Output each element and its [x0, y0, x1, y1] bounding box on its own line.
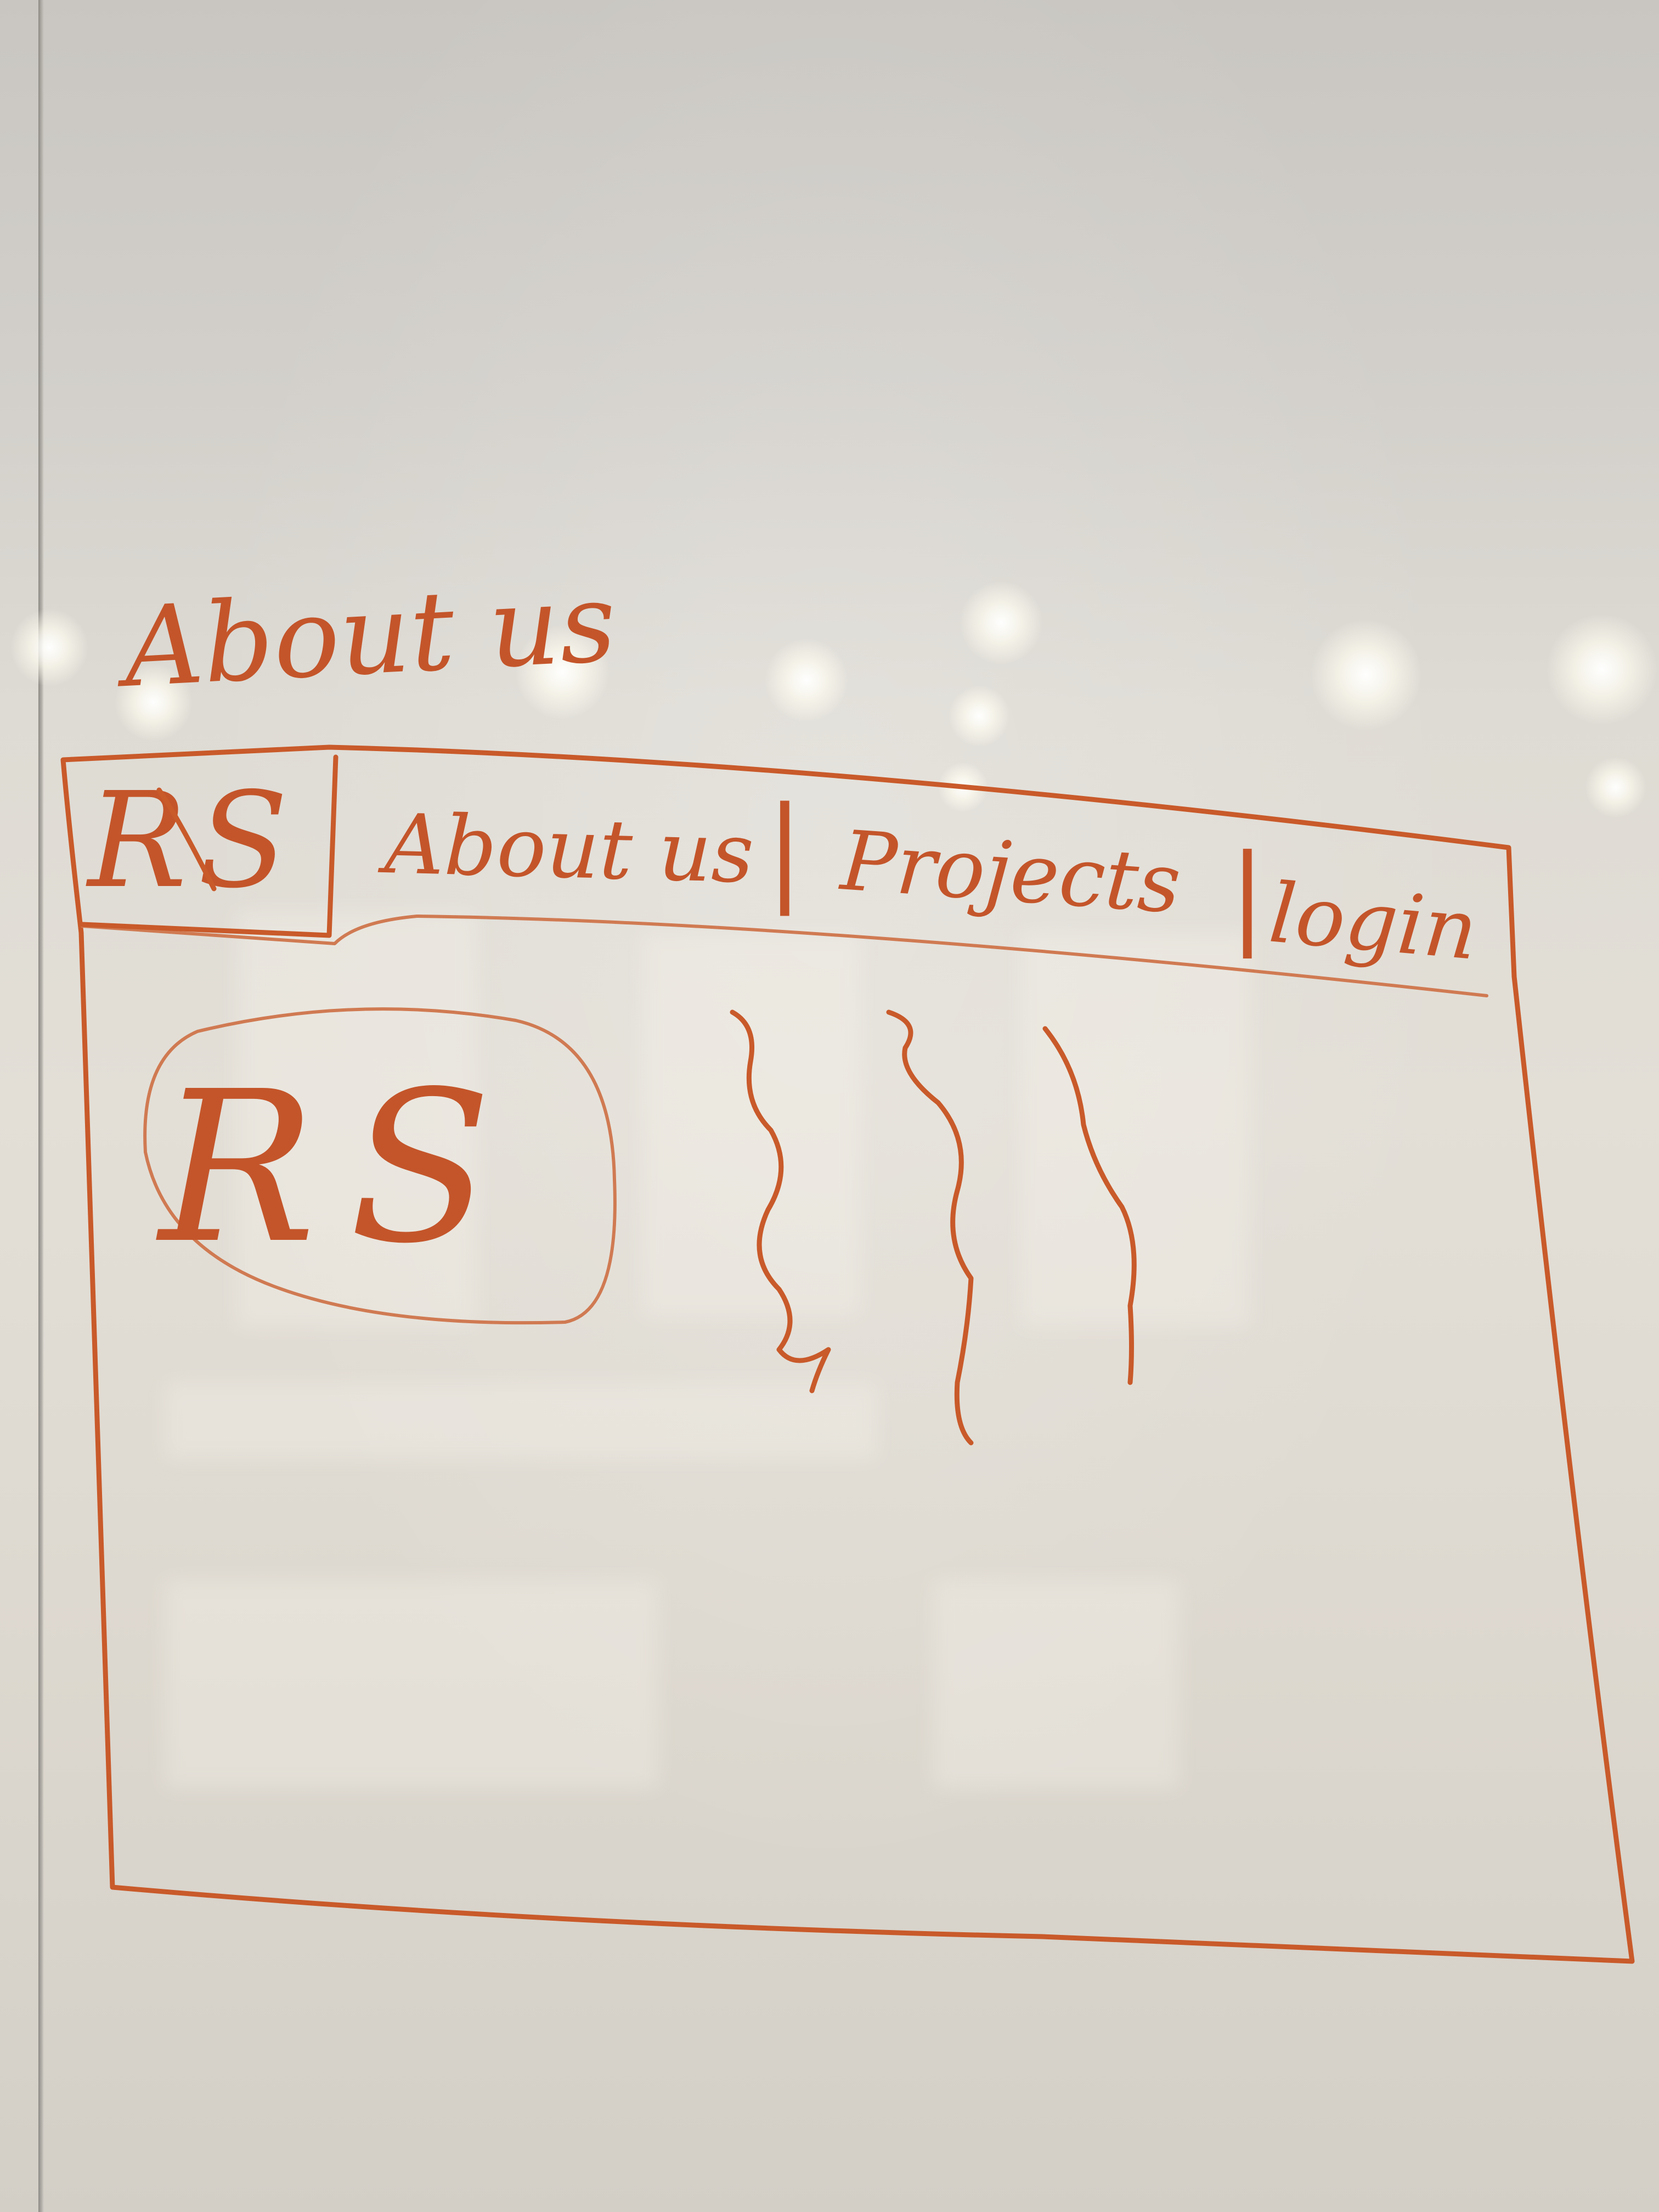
- page-heading: About us: [112, 558, 619, 712]
- navbar-logo: RS: [86, 764, 299, 917]
- nav-item-projects[interactable]: Projects: [836, 813, 1183, 932]
- wireframe-sketch: About us RS About us | Projects | login …: [60, 558, 1635, 1964]
- nav-item-about-us[interactable]: About us: [377, 797, 755, 902]
- text-placeholder-squiggle: [1042, 1026, 1137, 1385]
- nav-separator: |: [1229, 831, 1266, 959]
- text-placeholder-squiggle: [730, 1009, 831, 1393]
- text-placeholder-squiggle: [886, 1009, 974, 1446]
- nav-separator: |: [765, 782, 804, 916]
- content-logo: RS: [156, 1046, 524, 1289]
- nav-item-login[interactable]: login: [1266, 866, 1481, 979]
